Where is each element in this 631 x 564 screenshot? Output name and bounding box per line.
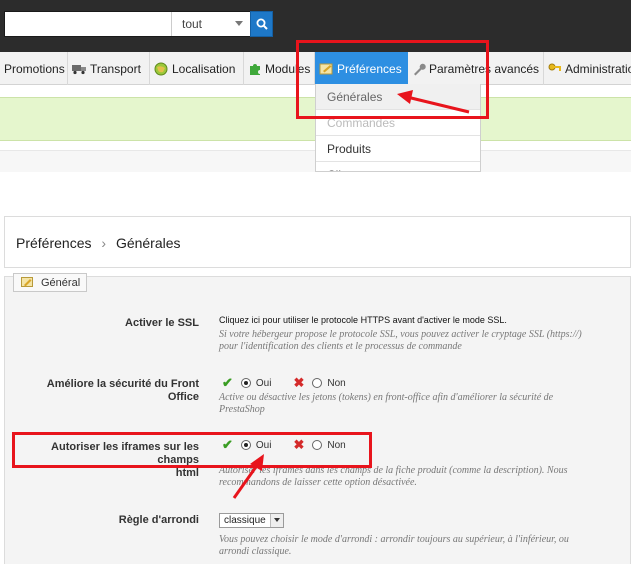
menu-label: Transport — [90, 61, 141, 76]
menu-label: Promotions — [4, 61, 65, 76]
menu-transport[interactable]: Transport — [68, 52, 150, 85]
preferences-icon — [21, 277, 34, 288]
search-bar: tout — [4, 11, 273, 37]
frontoffice-security-toggle: ✔ Oui ✖ Non — [222, 375, 346, 390]
breadcrumb-current: Générales — [115, 235, 181, 251]
fieldset-legend: Général — [13, 273, 88, 292]
submenu-item-clients[interactable]: Clients — [316, 162, 480, 171]
chevron-down-icon — [235, 21, 243, 26]
allow-iframes-hint: Autoriser les iframes dans les champs de… — [219, 465, 619, 489]
hint-line: arrondi classique. — [219, 546, 292, 557]
frontoffice-security-no-radio[interactable] — [312, 378, 323, 388]
puzzle-icon — [248, 62, 262, 75]
search-button[interactable] — [250, 11, 273, 37]
label-line: html — [175, 467, 199, 479]
menu-promotions[interactable]: Promotions — [0, 52, 68, 85]
ssl-label: Activer le SSL — [125, 317, 199, 329]
fieldset-legend-label: Général — [41, 277, 81, 289]
rounding-rule-select[interactable]: classique — [219, 513, 284, 528]
hint-line: recommandons de laisser cette option dés… — [219, 477, 417, 488]
hint-line: Vous pouvez choisir le mode d'arrondi : … — [219, 534, 569, 545]
search-scope-select[interactable]: tout — [171, 12, 249, 36]
search-input[interactable] — [5, 12, 169, 36]
frontoffice-security-yes-radio[interactable] — [240, 378, 251, 388]
menu-label: Localisation — [172, 61, 236, 76]
check-icon: ✔ — [222, 375, 233, 390]
radio-label-yes: Oui — [255, 377, 272, 389]
breadcrumb-separator: › — [101, 235, 107, 251]
frontoffice-security-label: Améliore la sécurité du Front Office — [46, 378, 199, 403]
menu-administration[interactable]: Administration — [544, 52, 631, 85]
submenu-item-produits[interactable]: Produits — [316, 136, 480, 162]
rounding-rule-hint: Vous pouvez choisir le mode d'arrondi : … — [219, 534, 619, 558]
chevron-down-icon — [270, 514, 283, 527]
menu-localisation[interactable]: Localisation — [150, 52, 244, 85]
radio-label-no: Non — [327, 377, 346, 389]
key-icon — [548, 62, 562, 75]
globe-icon — [154, 62, 169, 76]
cross-icon: ✖ — [293, 375, 305, 390]
hint-line: Active ou désactive les jetons (tokens) … — [219, 392, 554, 403]
ssl-enable-link[interactable]: Cliquez ici pour utiliser le protocole H… — [219, 315, 507, 325]
rounding-rule-value: classique — [224, 515, 266, 526]
page-header: Préférences › Générales — [4, 216, 631, 268]
ssl-hint-line: pour l'identification des clients et le … — [219, 341, 462, 352]
annotation-highlight-menu — [296, 40, 489, 119]
breadcrumb: Préférences › Générales — [16, 235, 181, 251]
hint-line: PrestaShop — [219, 404, 265, 415]
rounding-rule-label: Règle d'arrondi — [118, 514, 199, 526]
search-icon — [256, 18, 268, 30]
frontoffice-security-hint: Active ou désactive les jetons (tokens) … — [219, 392, 619, 416]
annotation-highlight-iframes — [12, 432, 372, 468]
truck-icon — [72, 62, 87, 75]
search-scope-value: tout — [182, 17, 203, 31]
breadcrumb-parent[interactable]: Préférences — [16, 235, 91, 251]
ssl-hint-line: Si votre hébergeur propose le protocole … — [219, 329, 582, 340]
menu-label: Administration — [565, 61, 631, 76]
ssl-hint: Si votre hébergeur propose le protocole … — [219, 329, 619, 353]
